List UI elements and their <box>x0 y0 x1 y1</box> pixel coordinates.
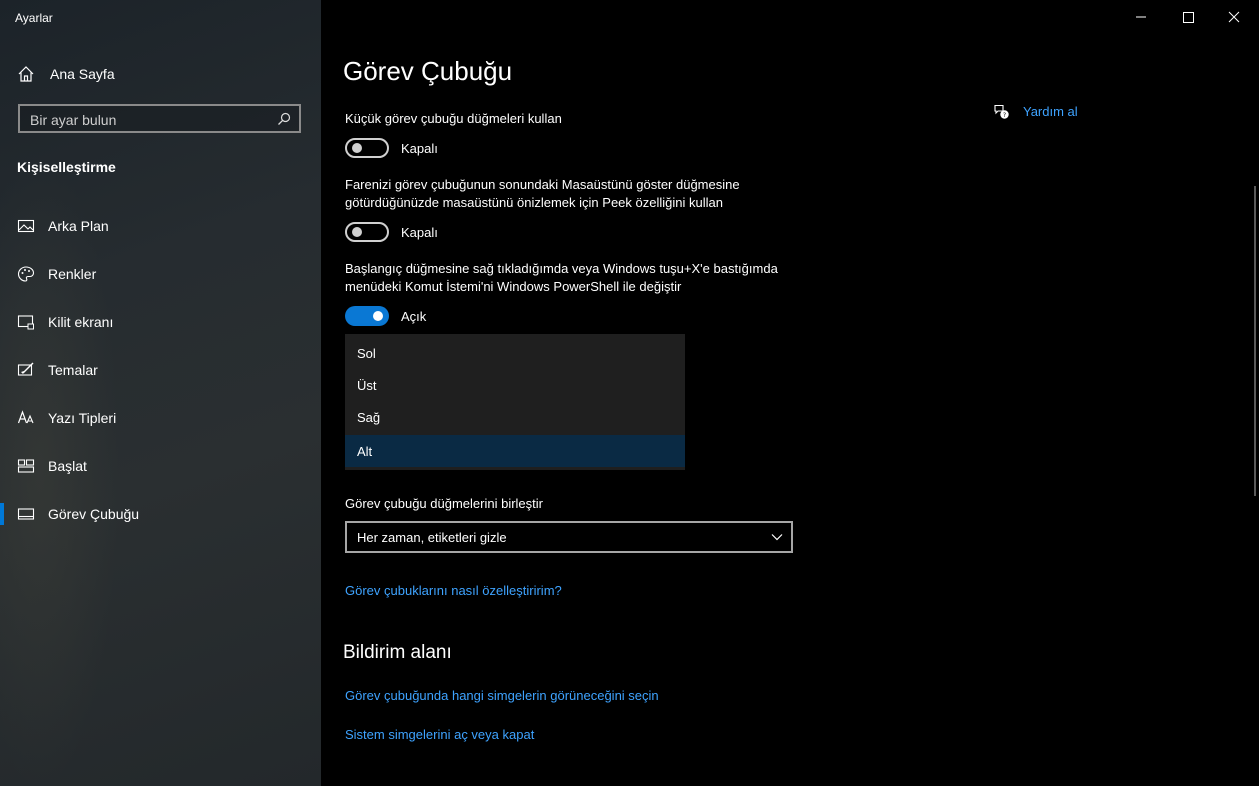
search-icon[interactable] <box>277 112 291 126</box>
home-nav-item[interactable]: Ana Sayfa <box>0 54 321 94</box>
palette-icon <box>17 266 35 282</box>
dropdown-option-left[interactable]: Sol <box>345 337 685 369</box>
powershell-toggle[interactable] <box>345 306 389 326</box>
sidebar-item-label: Renkler <box>48 266 97 282</box>
system-icons-link[interactable]: Sistem simgelerini aç veya kapat <box>345 727 534 742</box>
help-chat-icon: ? <box>994 104 1009 119</box>
powershell-label: Başlangıç düğmesine sağ tıkladığımda vey… <box>345 261 778 294</box>
small-buttons-label: Küçük görev çubuğu düğmeleri kullan <box>345 111 562 126</box>
close-button[interactable] <box>1210 0 1256 34</box>
small-buttons-state: Kapalı <box>401 141 438 156</box>
themes-icon <box>17 362 34 376</box>
help-label: Yardım al <box>1023 103 1078 119</box>
dropdown-option-right[interactable]: Sağ <box>345 401 685 433</box>
option-label: Sağ <box>357 410 381 425</box>
svg-text:?: ? <box>1003 112 1006 119</box>
scrollbar[interactable] <box>1254 186 1256 496</box>
combine-buttons-value: Her zaman, etiketleri gizle <box>357 530 507 545</box>
sidebar-item-label: Kilit ekranı <box>48 314 114 330</box>
taskbar-position-dropdown-list: Sol Üst Sağ Alt <box>345 334 685 470</box>
sidebar-item-lock-screen[interactable]: Kilit ekranı <box>0 302 321 342</box>
minimize-icon <box>1136 16 1146 18</box>
home-icon <box>18 66 34 82</box>
search-box[interactable] <box>18 104 301 133</box>
start-icon <box>17 459 35 473</box>
option-label: Üst <box>357 378 377 393</box>
sidebar-item-label: Başlat <box>48 458 87 474</box>
peek-state: Kapalı <box>401 225 438 240</box>
maximize-icon <box>1183 12 1194 23</box>
sidebar-item-label: Görev Çubuğu <box>48 506 140 522</box>
notification-area-heading: Bildirim alanı <box>343 642 452 663</box>
page-title: Görev Çubuğu <box>343 56 513 86</box>
dropdown-option-bottom[interactable]: Alt <box>345 435 685 467</box>
sidebar-item-background[interactable]: Arka Plan <box>0 206 321 246</box>
option-label: Alt <box>357 444 373 459</box>
chevron-down-icon <box>771 534 783 541</box>
picture-icon <box>17 219 35 233</box>
sidebar-item-label: Yazı Tipleri <box>48 410 117 426</box>
sidebar-item-themes[interactable]: Temalar <box>0 350 321 390</box>
sidebar-item-start[interactable]: Başlat <box>0 446 321 486</box>
sidebar-item-label: Arka Plan <box>48 218 109 234</box>
sidebar-item-taskbar[interactable]: Görev Çubuğu <box>0 494 321 534</box>
select-icons-link[interactable]: Görev çubuğunda hangi simgelerin görünec… <box>345 688 659 703</box>
home-label: Ana Sayfa <box>50 66 115 82</box>
close-icon <box>1228 11 1240 23</box>
sidebar-item-label: Temalar <box>48 362 98 378</box>
sidebar: Ayarlar Ana Sayfa Kişiselleştirme Arka P… <box>0 0 321 786</box>
combine-buttons-label: Görev çubuğu düğmelerini birleştir <box>345 496 543 511</box>
taskbar-icon <box>17 508 35 520</box>
search-input[interactable] <box>28 109 272 131</box>
main-content: Görev Çubuğu ? Yardım al Küçük görev çub… <box>321 0 1259 786</box>
small-buttons-toggle[interactable] <box>345 138 389 158</box>
option-label: Sol <box>357 346 376 361</box>
sidebar-item-fonts[interactable]: Yazı Tipleri <box>0 398 321 438</box>
app-title: Ayarlar <box>15 11 53 25</box>
maximize-button[interactable] <box>1164 0 1210 34</box>
powershell-state: Açık <box>401 309 427 324</box>
combine-buttons-select[interactable]: Her zaman, etiketleri gizle <box>345 521 793 553</box>
fonts-icon <box>17 410 34 424</box>
section-heading: Kişiselleştirme <box>17 159 116 175</box>
peek-label: Farenizi görev çubuğunun sonundaki Masaü… <box>345 177 740 210</box>
sidebar-item-colors[interactable]: Renkler <box>0 254 321 294</box>
customize-taskbar-link[interactable]: Görev çubuklarını nasıl özelleştiririm? <box>345 583 562 598</box>
minimize-button[interactable] <box>1118 0 1164 34</box>
dropdown-option-top[interactable]: Üst <box>345 369 685 401</box>
toggle-knob <box>373 311 383 321</box>
peek-toggle[interactable] <box>345 222 389 242</box>
lock-screen-icon <box>17 315 34 330</box>
toggle-knob <box>352 227 362 237</box>
help-link[interactable]: ? Yardım al <box>993 100 1078 122</box>
toggle-knob <box>352 143 362 153</box>
